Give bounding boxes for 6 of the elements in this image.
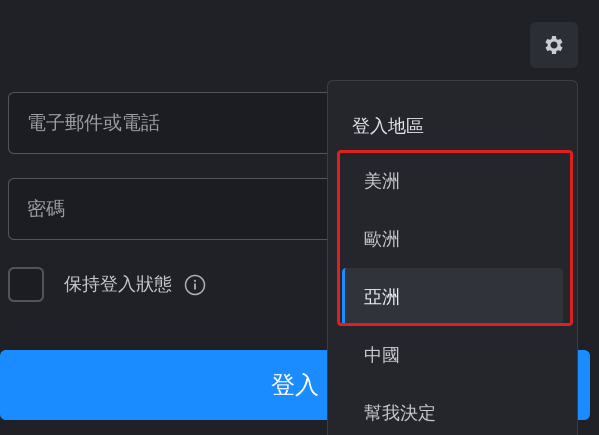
remember-label: 保持登入狀態 [64,273,172,297]
info-icon [184,274,206,296]
menu-title: 登入地區 [351,115,425,139]
settings-button[interactable] [530,22,578,68]
region-option[interactable]: 亞洲 [342,268,563,326]
remember-checkbox[interactable] [8,267,44,302]
